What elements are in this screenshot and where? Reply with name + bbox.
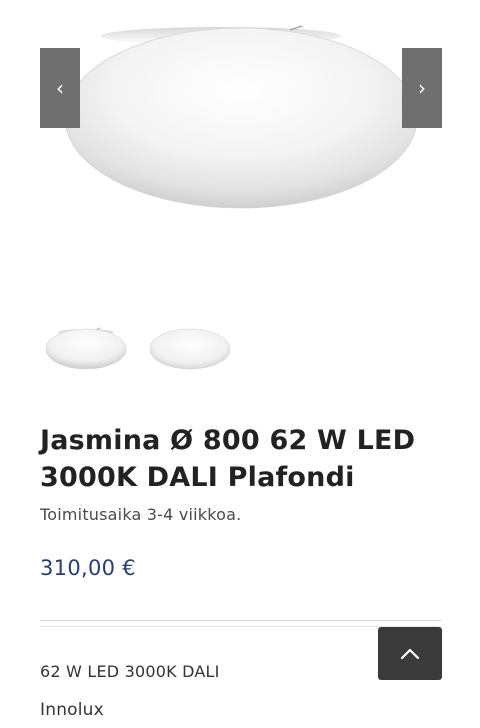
thumbnail-2[interactable] — [144, 300, 236, 396]
thumbnail-strip — [40, 300, 240, 396]
thumbnail-1[interactable] — [40, 300, 132, 396]
ceiling-lamp-image — [64, 25, 418, 209]
chevron-right-icon: › — [418, 76, 426, 100]
product-brand: Innolux — [40, 700, 104, 720]
thumbnail-lamp-image — [45, 327, 127, 370]
scroll-to-top-button[interactable] — [378, 627, 442, 680]
product-main-image[interactable] — [40, 0, 442, 290]
chevron-up-icon — [400, 648, 420, 659]
chevron-left-icon: ‹ — [56, 76, 64, 100]
thumbnail-lamp-image — [149, 328, 231, 370]
carousel-next-button[interactable]: › — [402, 48, 442, 128]
product-page: ‹ › Jasmina Ø 800 62 W LED 3000K DALI Pl… — [0, 0, 480, 728]
divider — [40, 620, 442, 621]
product-spec: 62 W LED 3000K DALI — [40, 662, 220, 681]
product-price: 310,00 € — [40, 556, 136, 580]
product-title: Jasmina Ø 800 62 W LED 3000K DALI Plafon… — [40, 425, 416, 493]
carousel-prev-button[interactable]: ‹ — [40, 48, 80, 128]
delivery-time: Toimitusaika 3-4 viikkoa. — [40, 505, 242, 524]
